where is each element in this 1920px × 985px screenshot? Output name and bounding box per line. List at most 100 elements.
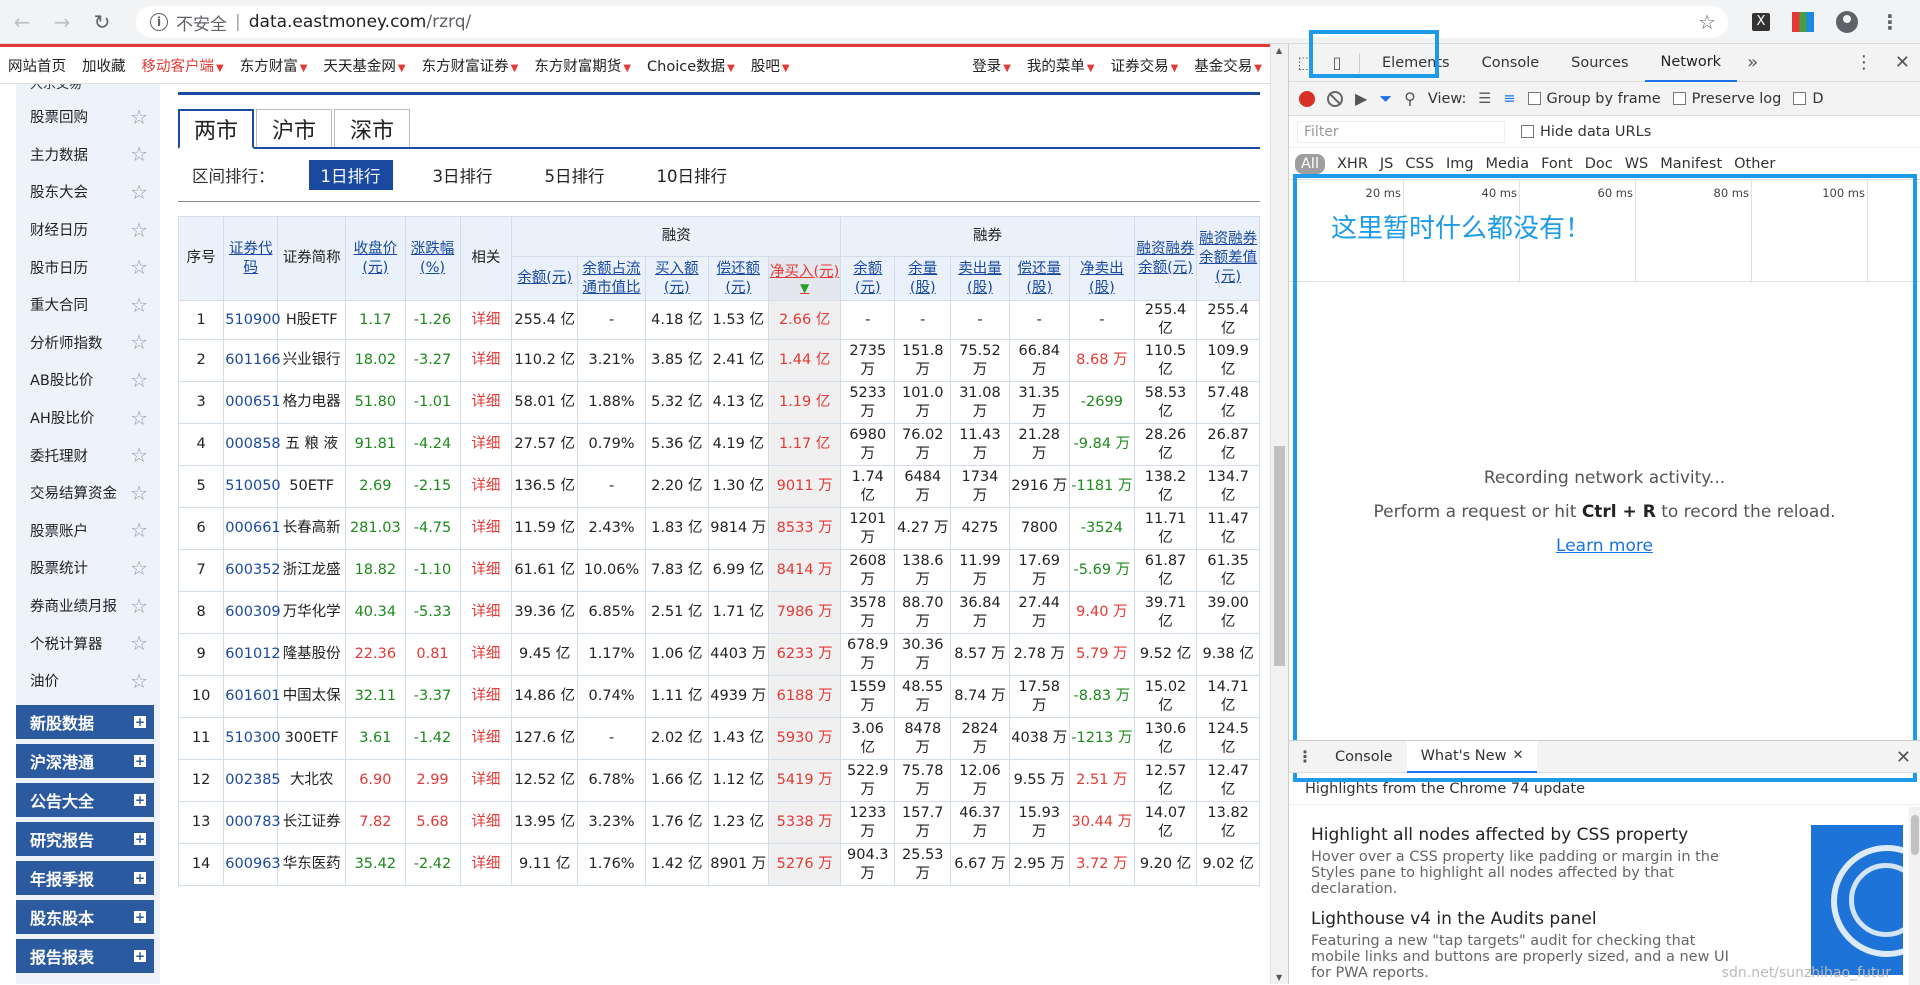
devtools-menu-icon[interactable]: ⋮ <box>1855 52 1873 73</box>
nav-dropdown[interactable]: 天天基金网 ▼ <box>315 55 413 76</box>
drawer-tab-whats-new[interactable]: What's New ✕ <box>1406 740 1538 773</box>
tab-sources[interactable]: Sources <box>1555 44 1644 82</box>
cell-detail[interactable]: 详细 <box>459 675 513 718</box>
page-scroll-thumb[interactable] <box>1274 446 1285 666</box>
sidebar-item[interactable]: 股票统计 ☆ <box>16 549 160 587</box>
cell-detail[interactable]: 详细 <box>459 843 513 886</box>
close-tab-icon[interactable]: ✕ <box>1512 748 1523 763</box>
reload-icon[interactable]: ↻ <box>84 4 120 40</box>
col-close[interactable]: 收盘价(元) <box>345 216 406 301</box>
nav-my-menu[interactable]: 我的菜单 ▼ <box>1019 55 1103 76</box>
sidebar-item[interactable]: 委托理财 ☆ <box>16 436 160 474</box>
cell-name[interactable]: 格力电器 <box>277 381 347 424</box>
cell-code[interactable]: 601012 <box>223 633 281 676</box>
tab-console[interactable]: Console <box>1466 44 1556 82</box>
camera-icon[interactable]: ▶ <box>1355 89 1367 108</box>
sidebar-item[interactable]: 主力数据 ☆ <box>16 136 160 174</box>
sidebar-item[interactable]: AB股比价 ☆ <box>16 361 160 399</box>
cell-code[interactable]: 002385 <box>223 759 281 802</box>
expand-plus-icon[interactable]: + <box>134 754 146 767</box>
cell-code[interactable]: 000661 <box>223 507 281 550</box>
cell-name[interactable]: 兴业银行 <box>277 339 347 382</box>
favorite-star-icon[interactable]: ☆ <box>130 142 148 166</box>
expand-plus-icon[interactable]: + <box>134 871 146 884</box>
favorite-star-icon[interactable]: ☆ <box>130 443 148 467</box>
type-manifest[interactable]: Manifest <box>1660 156 1722 172</box>
nav-mobile[interactable]: 移动客户端 ▼ <box>134 55 232 76</box>
cell-name[interactable]: 隆基股份 <box>277 633 347 676</box>
tab-shanghai[interactable]: 沪市 <box>256 109 332 147</box>
type-other[interactable]: Other <box>1734 156 1775 172</box>
col-rzrq-diff[interactable]: 融资融券余额差值(元) <box>1196 216 1260 301</box>
drawer-scroll-thumb[interactable] <box>1911 815 1919 855</box>
disable-cache-toggle[interactable]: D <box>1793 91 1824 107</box>
whats-new-item-title[interactable]: Lighthouse v4 in the Audits panel <box>1311 909 1741 929</box>
info-icon[interactable]: i <box>150 13 168 31</box>
type-all[interactable]: All <box>1295 153 1325 174</box>
extension-color-icon[interactable] <box>1792 12 1814 32</box>
type-doc[interactable]: Doc <box>1585 156 1613 172</box>
sidebar-category[interactable]: 股东股本 + <box>16 899 154 934</box>
nav-dropdown[interactable]: 东方财富期货 ▼ <box>526 55 639 76</box>
cell-name[interactable]: 长春高新 <box>277 507 347 550</box>
profile-avatar-icon[interactable] <box>1836 11 1858 33</box>
expand-plus-icon[interactable]: + <box>134 793 146 806</box>
col-rz-ratio[interactable]: 余额占流通市值比 <box>577 256 647 301</box>
drawer-close-icon[interactable]: ✕ <box>1896 747 1911 768</box>
nav-dropdown[interactable]: 东方财富证券 ▼ <box>414 55 527 76</box>
sidebar-item-cut[interactable]: 大宗交易 <box>16 84 160 98</box>
favorite-star-icon[interactable]: ☆ <box>130 556 148 580</box>
filter-funnel-icon[interactable]: ⏷ <box>1379 89 1392 109</box>
hide-data-urls-toggle[interactable]: Hide data URLs <box>1521 124 1651 140</box>
page-scrollbar[interactable]: ▲ ▼ <box>1270 44 1288 984</box>
expand-plus-icon[interactable]: + <box>134 910 146 923</box>
drawer-tab-console[interactable]: Console <box>1321 741 1407 773</box>
cell-detail[interactable]: 详细 <box>459 633 513 676</box>
type-xhr[interactable]: XHR <box>1337 156 1368 172</box>
cell-code[interactable]: 600309 <box>223 591 281 634</box>
favorite-star-icon[interactable]: ☆ <box>130 669 148 693</box>
cell-name[interactable]: 浙江龙盛 <box>277 549 347 592</box>
nav-dropdown[interactable]: 股吧 ▼ <box>743 55 798 76</box>
favorite-star-icon[interactable]: ☆ <box>130 631 148 655</box>
record-icon[interactable] <box>1299 90 1315 107</box>
nav-dropdown[interactable]: Choice数据 ▼ <box>639 55 743 76</box>
drawer-scrollbar[interactable] <box>1909 807 1920 985</box>
sidebar-category[interactable]: 沪深港通 + <box>16 743 154 778</box>
type-ws[interactable]: WS <box>1625 156 1649 172</box>
favorite-star-icon[interactable]: ☆ <box>130 255 148 279</box>
sidebar-item[interactable]: 股市日历 ☆ <box>16 248 160 286</box>
cell-name[interactable]: 300ETF <box>277 717 347 760</box>
cell-code[interactable]: 601601 <box>223 675 281 718</box>
cell-name[interactable]: 中国太保 <box>277 675 347 718</box>
col-rz-buy[interactable]: 买入额(元) <box>645 256 709 301</box>
sidebar-item[interactable]: 重大合同 ☆ <box>16 286 160 324</box>
cell-name[interactable]: H股ETF <box>277 300 347 340</box>
col-rzrq-balance[interactable]: 融资融券余额(元) <box>1133 216 1198 301</box>
type-css[interactable]: CSS <box>1405 156 1434 172</box>
clear-icon[interactable] <box>1327 90 1343 107</box>
cell-name[interactable]: 50ETF <box>277 465 347 508</box>
extension-x-icon[interactable]: X <box>1752 13 1770 31</box>
cell-detail[interactable]: 详细 <box>459 759 513 802</box>
expand-plus-icon[interactable]: + <box>134 949 146 962</box>
favorite-star-icon[interactable]: ☆ <box>130 594 148 618</box>
more-tabs-icon[interactable]: » <box>1737 52 1768 73</box>
sidebar-item[interactable]: 券商业绩月报 ☆ <box>16 587 160 625</box>
cell-detail[interactable]: 详细 <box>459 591 513 634</box>
cell-name[interactable]: 华东医药 <box>277 843 347 886</box>
cell-detail[interactable]: 详细 <box>459 507 513 550</box>
scroll-up-icon[interactable]: ▲ <box>1276 46 1282 55</box>
range-3d[interactable]: 3日排行 <box>421 160 505 190</box>
cell-detail[interactable]: 详细 <box>459 381 513 424</box>
col-code[interactable]: 证券代码 <box>223 216 279 301</box>
type-font[interactable]: Font <box>1541 156 1573 172</box>
nav-fund-trade[interactable]: 基金交易 ▼ <box>1186 55 1270 76</box>
type-media[interactable]: Media <box>1486 156 1530 172</box>
cell-code[interactable]: 000783 <box>223 801 281 844</box>
drawer-menu-icon[interactable]: ⋮ <box>1289 747 1321 766</box>
sidebar-item[interactable]: 交易结算资金 ☆ <box>16 474 160 512</box>
browser-menu-icon[interactable]: ⋮ <box>1880 10 1900 34</box>
favorite-star-icon[interactable]: ☆ <box>130 518 148 542</box>
sidebar-category[interactable]: 研究报告 + <box>16 821 154 856</box>
